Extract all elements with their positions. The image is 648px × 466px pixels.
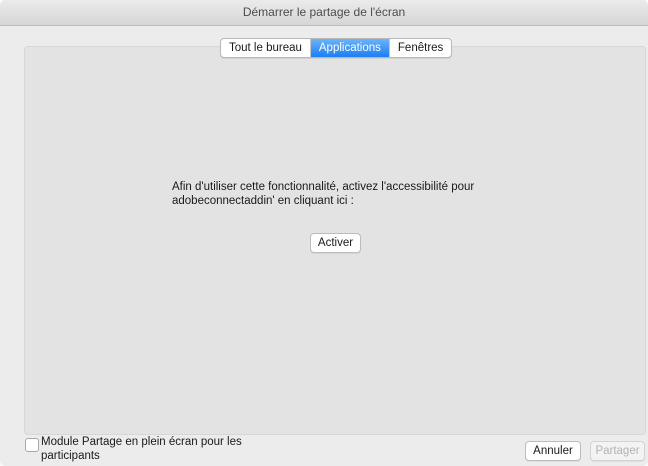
window-title: Démarrer le partage de l'écran: [0, 0, 648, 26]
fullscreen-module-label[interactable]: Module Partage en plein écran pour les p…: [41, 435, 242, 463]
partager-button[interactable]: Partager: [590, 441, 645, 461]
activer-button[interactable]: Activer: [310, 233, 361, 253]
fullscreen-module-label-line2: participants: [41, 450, 100, 462]
screen-share-dialog: Démarrer le partage de l'écran Tout le b…: [0, 0, 648, 466]
fullscreen-module-label-line1: Module Partage en plein écran pour les: [41, 436, 242, 448]
fullscreen-module-checkbox[interactable]: [25, 438, 39, 452]
annuler-button[interactable]: Annuler: [525, 441, 581, 461]
share-mode-tabs: Tout le bureau Applications Fenêtres: [220, 38, 453, 58]
accessibility-message-line2: adobeconnectaddin' en cliquant ici :: [172, 195, 354, 207]
accessibility-message: Afin d'utiliser cette fonctionnalité, ac…: [172, 180, 532, 208]
tab-fenetres[interactable]: Fenêtres: [390, 39, 451, 57]
tab-tout-le-bureau[interactable]: Tout le bureau: [221, 39, 311, 57]
accessibility-message-line1: Afin d'utiliser cette fonctionnalité, ac…: [172, 181, 475, 193]
tab-applications[interactable]: Applications: [310, 39, 390, 57]
